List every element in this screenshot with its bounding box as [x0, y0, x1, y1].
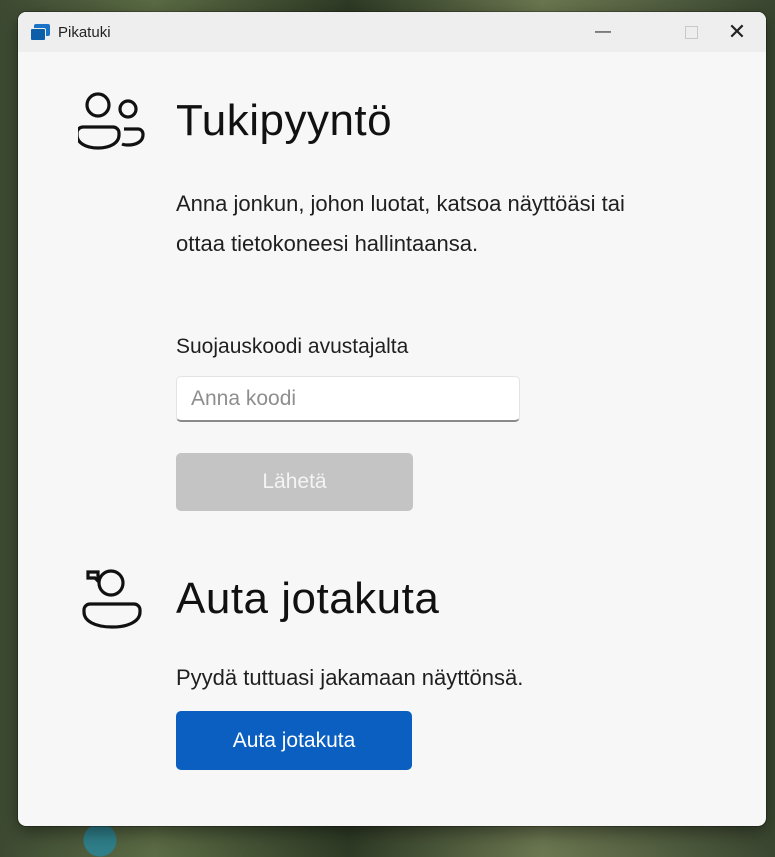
minimize-icon: — [595, 23, 611, 40]
title-bar[interactable]: Pikatuki — ✕ [18, 12, 766, 52]
quick-assist-window: Pikatuki — ✕ Tukipyyntö Anna jonkun, joh… [18, 12, 766, 826]
request-help-header: Tukipyyntö [78, 90, 392, 152]
window-controls: — ✕ [580, 12, 766, 52]
security-code-input[interactable] [176, 376, 520, 422]
quick-assist-icon [30, 24, 50, 41]
maximize-icon [684, 25, 698, 39]
security-code-label: Suojauskoodi avustajalta [176, 335, 409, 358]
maximize-button[interactable] [668, 12, 714, 52]
close-button[interactable]: ✕ [714, 12, 760, 52]
request-help-description: Anna jonkun, johon luotat, katsoa näyttö… [176, 191, 625, 256]
submit-button[interactable]: Lähetä [176, 453, 413, 511]
close-icon: ✕ [727, 19, 747, 44]
window-title: Pikatuki [58, 23, 111, 41]
help-someone-button[interactable]: Auta jotakuta [176, 711, 412, 770]
help-someone-description: Pyydä tuttuasi jakamaan näyttönsä. [176, 665, 524, 690]
people-icon [78, 92, 145, 150]
main-content: Tukipyyntö Anna jonkun, johon luotat, ka… [18, 52, 766, 826]
person-chat-icon [82, 569, 142, 629]
request-help-title: Tukipyyntö [176, 96, 393, 145]
help-someone-header: Auta jotakuta [78, 566, 439, 632]
help-someone-title: Auta jotakuta [176, 574, 440, 623]
minimize-button[interactable]: — [580, 12, 626, 52]
